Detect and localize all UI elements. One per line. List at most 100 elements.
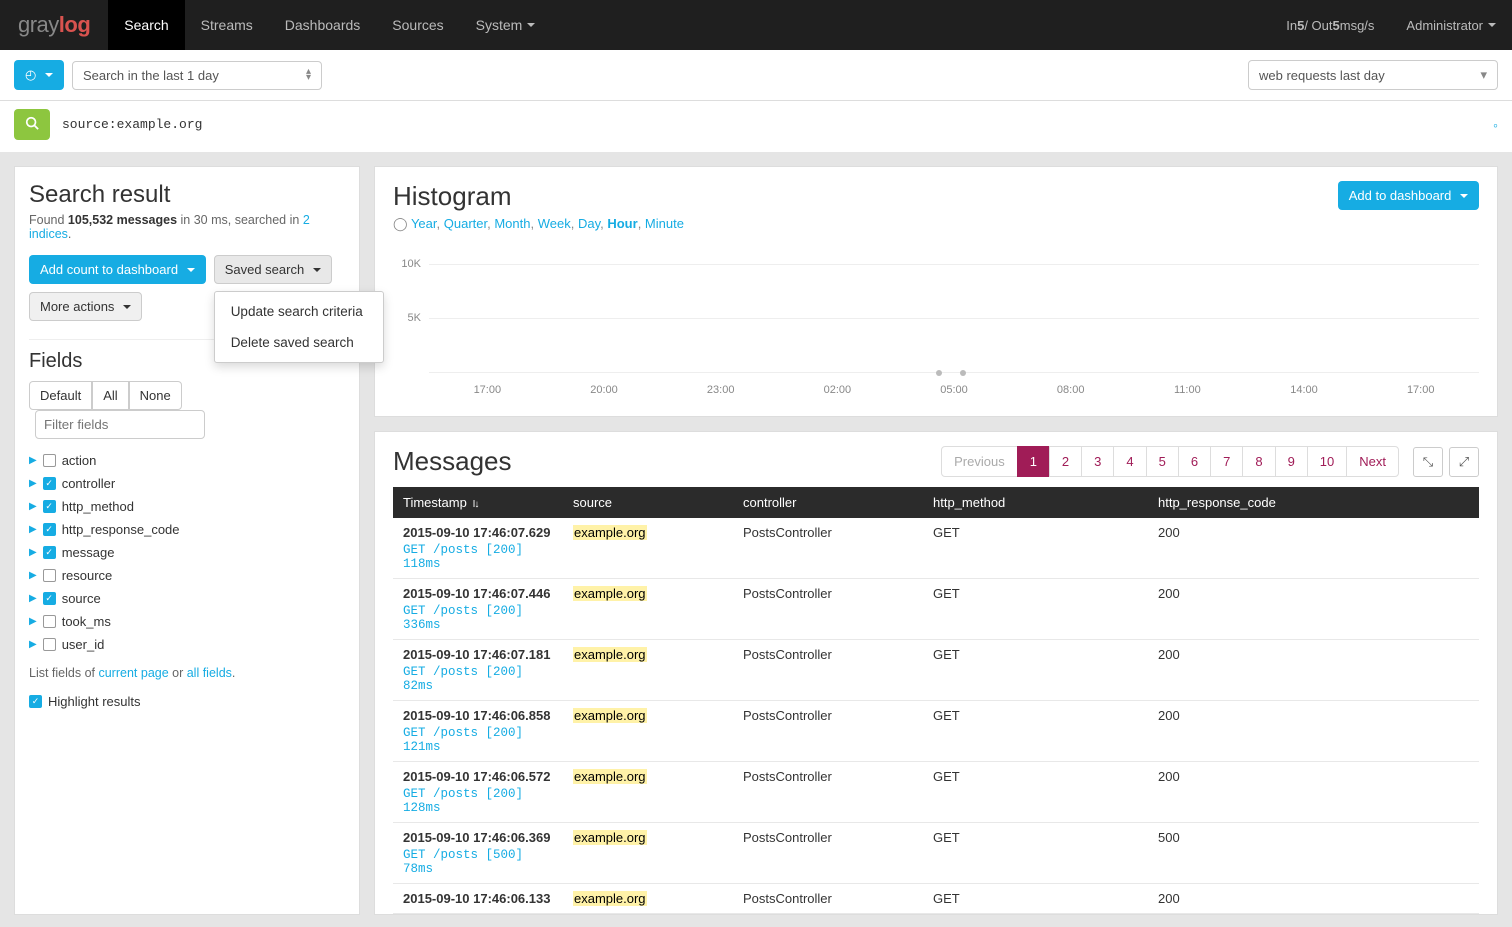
search-controls-row: ◴ Search in the last 1 day ▴▾ web reques… [0, 50, 1512, 101]
table-row[interactable]: 2015-09-10 17:46:07.446GET /posts [200] … [393, 579, 1479, 640]
controller-value: PostsController [733, 762, 923, 823]
col-source[interactable]: source [563, 487, 733, 518]
fields-none-button[interactable]: None [129, 381, 182, 410]
caret-icon [1460, 194, 1468, 198]
lightbulb-icon[interactable]: ◦ [1493, 117, 1498, 133]
page-10[interactable]: 10 [1307, 446, 1347, 477]
timestamp: 2015-09-10 17:46:07.629 [403, 525, 553, 540]
field-checkbox[interactable]: ✓ [43, 523, 56, 536]
interval-month[interactable]: Month [494, 216, 530, 231]
field-item-http_response_code[interactable]: ▶ ✓ http_response_code [29, 518, 345, 541]
query-input[interactable]: source:example.org [60, 113, 1483, 136]
page-1[interactable]: 1 [1017, 446, 1050, 477]
histogram-chart[interactable]: 5K10K 17:0020:0023:0002:0005:0008:0011:0… [393, 242, 1479, 402]
saved-search-button[interactable]: Saved search [214, 255, 332, 284]
expand-icon[interactable]: ▶ [29, 639, 37, 650]
table-row[interactable]: 2015-09-10 17:46:06.133example.orgPostsC… [393, 884, 1479, 914]
fields-default-button[interactable]: Default [29, 381, 92, 410]
table-row[interactable]: 2015-09-10 17:46:07.629GET /posts [200] … [393, 518, 1479, 579]
field-checkbox[interactable]: ✓ [43, 546, 56, 559]
interval-minute[interactable]: Minute [645, 216, 684, 231]
nav-search[interactable]: Search [108, 0, 184, 50]
field-item-took_ms[interactable]: ▶ took_ms [29, 610, 345, 633]
add-count-button[interactable]: Add count to dashboard [29, 255, 206, 284]
field-checkbox[interactable] [43, 454, 56, 467]
table-row[interactable]: 2015-09-10 17:46:06.572GET /posts [200] … [393, 762, 1479, 823]
highlight-checkbox[interactable]: ✓ [29, 695, 42, 708]
page-previous[interactable]: Previous [941, 446, 1018, 477]
table-row[interactable]: 2015-09-10 17:46:06.858GET /posts [200] … [393, 701, 1479, 762]
main: Histogram ◯ Year, Quarter, Month, Week, … [374, 166, 1498, 915]
interval-week[interactable]: Week [538, 216, 571, 231]
interval-quarter[interactable]: Quarter [444, 216, 487, 231]
expand-icon[interactable]: ▶ [29, 593, 37, 604]
time-range-select[interactable]: Search in the last 1 day ▴▾ [72, 61, 322, 90]
interval-day[interactable]: Day [578, 216, 600, 231]
nav-dashboards[interactable]: Dashboards [269, 0, 377, 50]
field-item-user_id[interactable]: ▶ user_id [29, 633, 345, 656]
add-dashboard-button[interactable]: Add to dashboard [1338, 181, 1479, 210]
collapse-button[interactable]: ⤢ [1449, 447, 1479, 477]
field-checkbox[interactable] [43, 615, 56, 628]
field-checkbox[interactable]: ✓ [43, 500, 56, 513]
field-item-message[interactable]: ▶ ✓ message [29, 541, 345, 564]
field-item-resource[interactable]: ▶ resource [29, 564, 345, 587]
page-2[interactable]: 2 [1049, 446, 1082, 477]
ff-or: or [169, 666, 187, 680]
field-item-controller[interactable]: ▶ ✓ controller [29, 472, 345, 495]
expand-icon[interactable]: ▶ [29, 524, 37, 535]
time-refresh-button[interactable]: ◴ [14, 60, 64, 90]
field-checkbox[interactable] [43, 638, 56, 651]
highlight-toggle[interactable]: ✓ Highlight results [29, 694, 345, 709]
all-fields-link[interactable]: all fields [187, 666, 232, 680]
expand-icon[interactable]: ▶ [29, 478, 37, 489]
saved-search-select[interactable]: web requests last day ▾ [1248, 60, 1498, 90]
col-timestamp[interactable]: Timestamp I↓ [393, 487, 563, 518]
field-checkbox[interactable]: ✓ [43, 477, 56, 490]
field-item-http_method[interactable]: ▶ ✓ http_method [29, 495, 345, 518]
menu-delete-search[interactable]: Delete saved search [215, 327, 383, 358]
field-checkbox[interactable] [43, 569, 56, 582]
field-item-action[interactable]: ▶ action [29, 449, 345, 472]
page-4[interactable]: 4 [1113, 446, 1146, 477]
col-http_response_code[interactable]: http_response_code [1148, 487, 1479, 518]
nav-system[interactable]: System [460, 0, 552, 50]
page-8[interactable]: 8 [1242, 446, 1275, 477]
page-next[interactable]: Next [1346, 446, 1399, 477]
interval-year[interactable]: Year [411, 216, 437, 231]
brand-logo[interactable]: graylog [0, 12, 108, 38]
expand-icon[interactable]: ▶ [29, 455, 37, 466]
interval-hour[interactable]: Hour [607, 216, 637, 231]
expand-icon[interactable]: ▶ [29, 501, 37, 512]
fields-all-button[interactable]: All [92, 381, 128, 410]
page-7[interactable]: 7 [1210, 446, 1243, 477]
table-row[interactable]: 2015-09-10 17:46:06.369GET /posts [500] … [393, 823, 1479, 884]
current-page-link[interactable]: current page [98, 666, 168, 680]
search-result-title: Search result [29, 181, 345, 209]
field-item-source[interactable]: ▶ ✓ source [29, 587, 345, 610]
expand-button[interactable]: ⤡ [1413, 447, 1443, 477]
chart-x-labels: 17:0020:0023:0002:0005:0008:0011:0014:00… [429, 384, 1479, 396]
field-checkbox[interactable]: ✓ [43, 592, 56, 605]
search-button[interactable] [14, 109, 50, 140]
expand-icon[interactable]: ▶ [29, 547, 37, 558]
x-tick-label: 17:00 [429, 384, 546, 396]
page-3[interactable]: 3 [1081, 446, 1114, 477]
timestamp: 2015-09-10 17:46:07.181 [403, 647, 553, 662]
page-6[interactable]: 6 [1178, 446, 1211, 477]
nav-streams[interactable]: Streams [185, 0, 269, 50]
page-5[interactable]: 5 [1146, 446, 1179, 477]
nav-sources[interactable]: Sources [376, 0, 459, 50]
col-http_method[interactable]: http_method [923, 487, 1148, 518]
content: Search result Found 105,532 messages in … [0, 152, 1512, 915]
col-controller[interactable]: controller [733, 487, 923, 518]
menu-update-search[interactable]: Update search criteria [215, 296, 383, 327]
table-row[interactable]: 2015-09-10 17:46:07.181GET /posts [200] … [393, 640, 1479, 701]
expand-icon[interactable]: ▶ [29, 616, 37, 627]
thr-in: 5 [1297, 18, 1304, 33]
more-actions-button[interactable]: More actions [29, 292, 142, 321]
user-menu[interactable]: Administrator [1390, 18, 1512, 33]
filter-fields-input[interactable] [35, 410, 205, 439]
page-9[interactable]: 9 [1275, 446, 1308, 477]
expand-icon[interactable]: ▶ [29, 570, 37, 581]
